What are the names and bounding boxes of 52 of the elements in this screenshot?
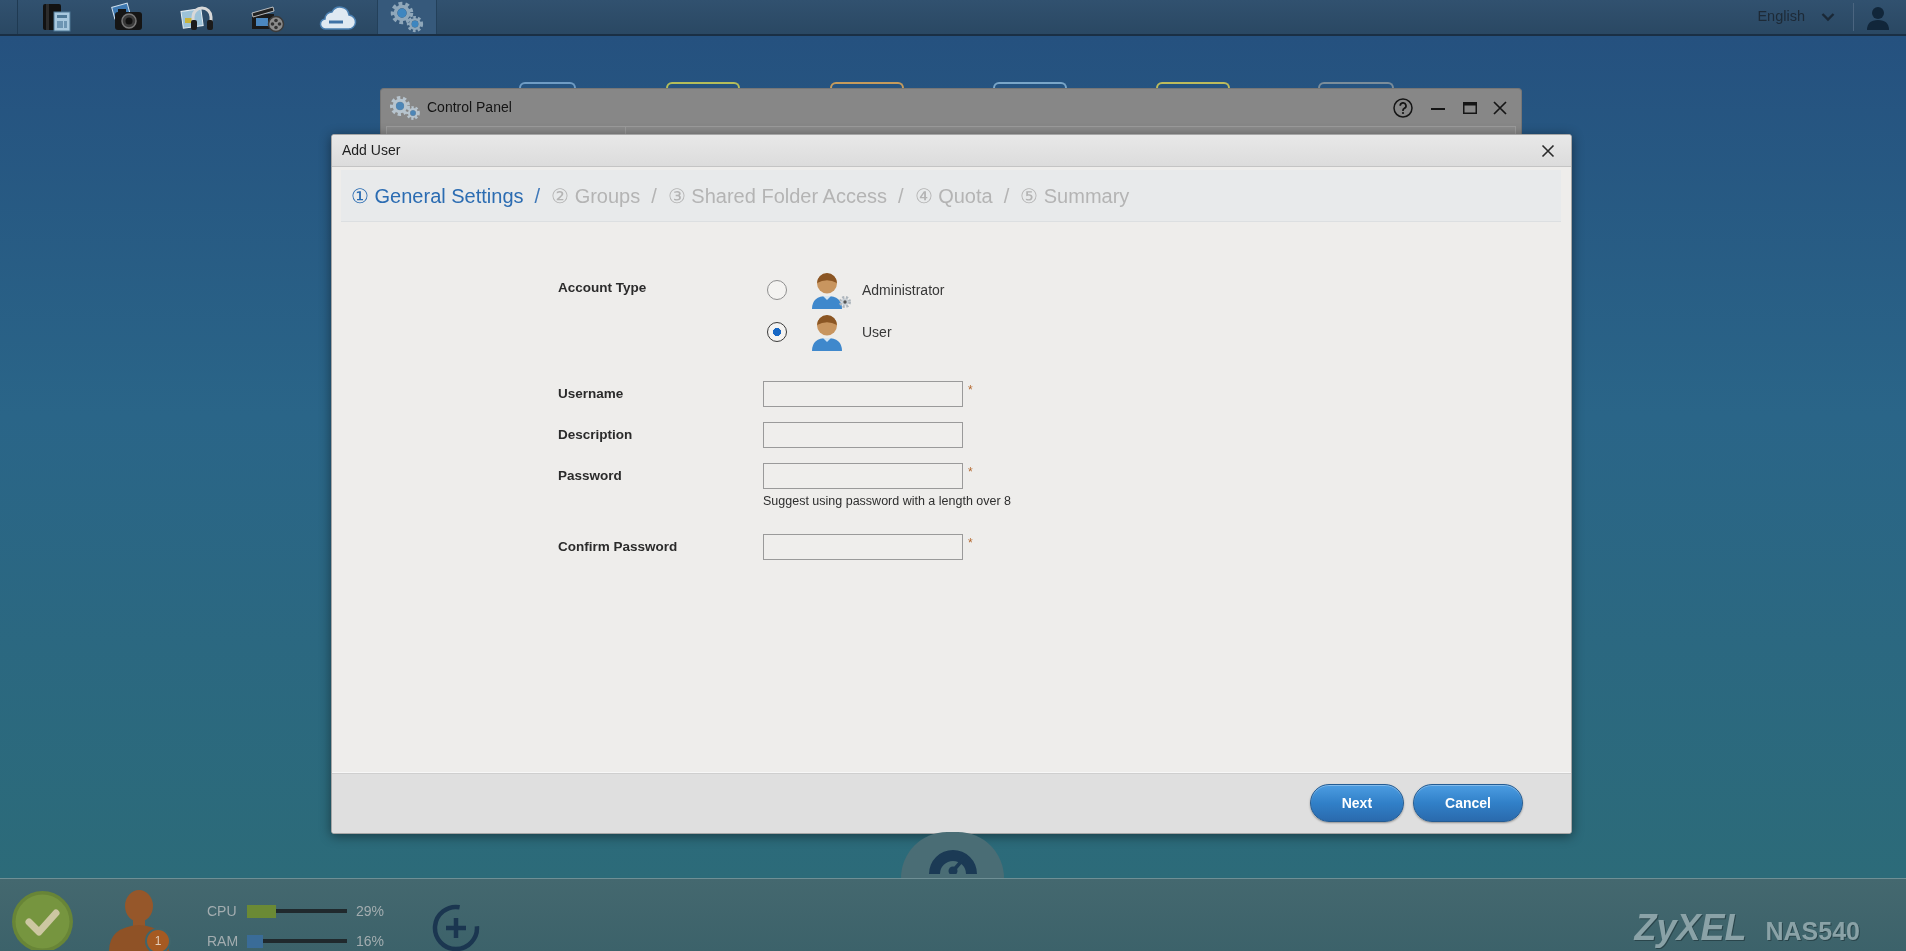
close-icon <box>1493 100 1507 115</box>
field-label: Password <box>558 468 622 484</box>
required-marker: * <box>968 466 973 478</box>
settings-icon <box>389 1 425 33</box>
dialog-button[interactable]: Cancel <box>1413 784 1523 822</box>
close-button[interactable] <box>1541 143 1555 158</box>
meter-label: CPU <box>207 901 238 921</box>
person-gear-icon <box>811 271 851 309</box>
field-label: Confirm Password <box>558 539 678 555</box>
gauge-icon <box>926 848 979 874</box>
field-label: Account Type <box>558 280 647 296</box>
dialog-button[interactable]: Next <box>1309 784 1405 822</box>
radio-label: User <box>862 322 892 342</box>
required-marker: * <box>968 537 973 549</box>
user-count-badge: 1 <box>145 928 171 951</box>
settings-icon <box>389 95 421 120</box>
step-separator: / <box>651 183 657 209</box>
check-icon <box>12 891 73 950</box>
field-label: Username <box>558 386 624 402</box>
radio-button[interactable] <box>767 280 787 300</box>
settings-app-button[interactable] <box>377 0 437 34</box>
model-name: NAS540 <box>1765 918 1860 944</box>
close-icon <box>1541 143 1555 158</box>
text-field[interactable] <box>763 463 963 489</box>
text-field[interactable] <box>763 381 963 407</box>
radio-label: Administrator <box>862 280 945 300</box>
required-marker: * <box>968 384 973 396</box>
meter-reading: 16% <box>356 931 385 951</box>
brand-logo: ZyXEL <box>1634 910 1748 946</box>
help-icon <box>1393 97 1413 118</box>
step-separator: / <box>1003 183 1010 209</box>
maximize-icon <box>1463 101 1477 114</box>
step-separator: / <box>898 183 904 209</box>
window-title: Control Panel <box>427 98 512 117</box>
meter-reading: 29% <box>356 901 385 921</box>
radio-button[interactable] <box>767 322 787 342</box>
wizard-step: ① General Settings <box>351 180 524 211</box>
text-field[interactable] <box>763 534 963 560</box>
close-button[interactable] <box>1493 100 1507 115</box>
minimize-icon <box>1431 107 1445 110</box>
caret-icon <box>1821 12 1835 22</box>
person-icon <box>811 313 842 351</box>
field-label: Description <box>558 427 633 443</box>
meter-label: RAM <box>207 931 240 951</box>
field-hint: Suggest using password with a length over 8 <box>763 493 1012 509</box>
maximize-button[interactable] <box>1463 101 1477 114</box>
help-button[interactable] <box>1393 97 1413 118</box>
dialog-title: Add User <box>342 141 401 160</box>
text-field[interactable] <box>763 422 963 448</box>
camera-icon <box>109 1 145 33</box>
step-separator: / <box>534 183 541 209</box>
user-icon <box>1866 4 1890 30</box>
